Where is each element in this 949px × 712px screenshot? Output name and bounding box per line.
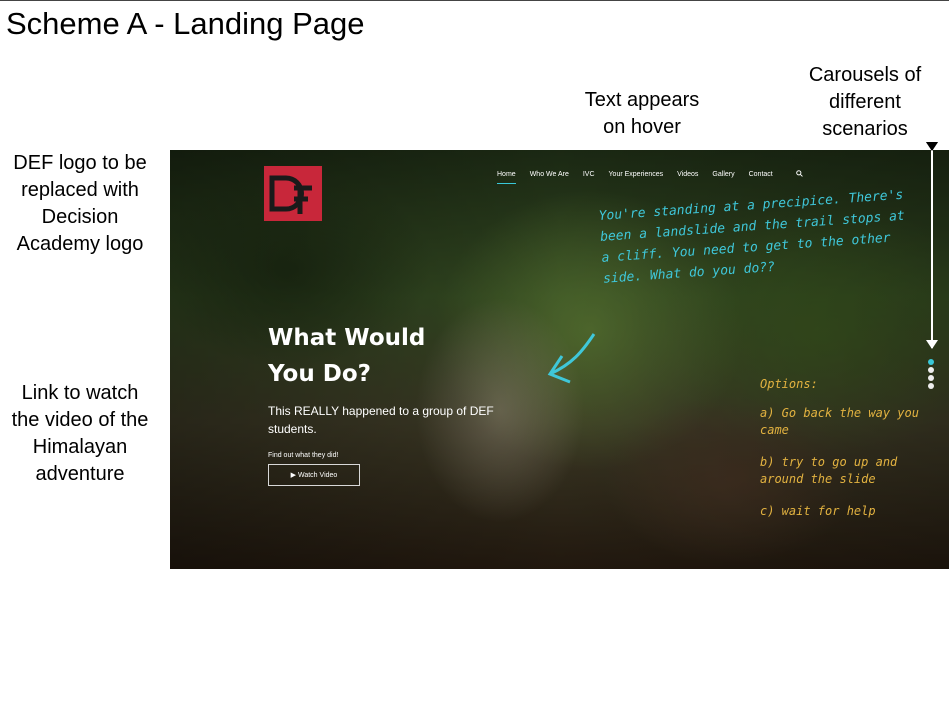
hero-heading: What Would You Do? xyxy=(268,320,468,392)
annotation-carousel-note: Carousels of different scenarios xyxy=(790,62,940,143)
carousel-dot[interactable] xyxy=(928,375,934,381)
carousel-dot[interactable] xyxy=(928,383,934,389)
hero-heading-line: You Do? xyxy=(268,361,371,387)
annotation-line: the video of the xyxy=(11,409,149,431)
annotation-line: different xyxy=(829,91,901,113)
annotation-line: Text appears xyxy=(584,89,700,111)
main-nav: Home Who We Are IVC Your Experiences Vid… xyxy=(497,171,787,184)
annotation-line: Academy logo xyxy=(16,233,144,255)
annotation-logo-note: DEF logo to be replaced with Decision Ac… xyxy=(0,150,160,258)
option-item[interactable]: a) Go back the way you came xyxy=(760,405,930,439)
hero-section: Home Who We Are IVC Your Experiences Vid… xyxy=(170,150,949,569)
nav-item-ivc[interactable]: IVC xyxy=(583,171,595,178)
annotation-line: Carousels of xyxy=(808,64,922,86)
hero-heading-line: What Would xyxy=(268,325,426,351)
options-title: Options: xyxy=(760,377,818,391)
nav-item-your-experiences[interactable]: Your Experiences xyxy=(609,171,664,178)
scenario-arrow-icon xyxy=(547,333,596,384)
carousel-dot[interactable] xyxy=(928,359,934,365)
find-out-label: Find out what they did! xyxy=(268,452,339,459)
carousel-dot[interactable] xyxy=(928,367,934,373)
search-icon[interactable] xyxy=(796,170,803,177)
option-item[interactable]: c) wait for help xyxy=(760,503,930,520)
arrow-to-carousel xyxy=(926,150,938,349)
annotation-line: Himalayan xyxy=(32,436,128,458)
annotation-line: scenarios xyxy=(822,118,908,140)
nav-item-home[interactable]: Home xyxy=(497,171,516,184)
annotation-line: on hover xyxy=(603,116,681,138)
option-item[interactable]: b) try to go up and around the slide xyxy=(760,454,930,488)
annotation-line: Decision xyxy=(41,206,119,228)
top-rule xyxy=(0,0,949,1)
arrow-to-carousel-top xyxy=(926,142,938,151)
annotation-hover-note: Text appears on hover xyxy=(558,87,726,141)
annotation-line: adventure xyxy=(35,463,125,485)
annotation-video-note: Link to watch the video of the Himalayan… xyxy=(0,380,160,488)
annotation-line: DEF logo to be xyxy=(13,152,147,174)
nav-item-gallery[interactable]: Gallery xyxy=(712,171,734,178)
nav-item-contact[interactable]: Contact xyxy=(749,171,773,178)
annotation-line: Link to watch xyxy=(21,382,139,404)
slide-title: Scheme A - Landing Page xyxy=(6,6,365,41)
carousel-indicator xyxy=(928,359,936,391)
hero-subtext: This REALLY happened to a group of DEF s… xyxy=(268,404,494,436)
def-logo[interactable] xyxy=(264,166,322,221)
nav-item-who-we-are[interactable]: Who We Are xyxy=(530,171,569,178)
nav-item-videos[interactable]: Videos xyxy=(677,171,698,178)
options-panel: Options: a) Go back the way you came b) … xyxy=(760,376,930,535)
watch-video-button[interactable]: ▶ Watch Video xyxy=(268,464,360,486)
annotation-line: replaced with xyxy=(21,179,139,201)
